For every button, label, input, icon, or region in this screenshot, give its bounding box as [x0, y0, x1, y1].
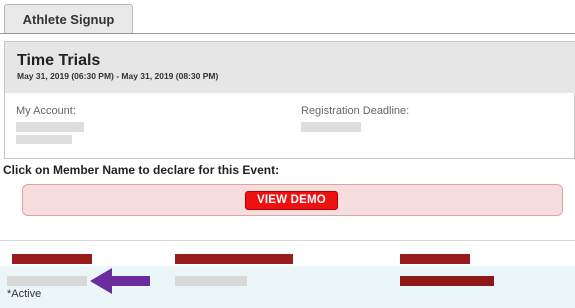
column-header-3-redacted [400, 254, 470, 264]
view-demo-button[interactable]: VIEW DEMO [245, 191, 338, 210]
event-dates: May 31, 2019 (06:30 PM) - May 31, 2019 (… [17, 71, 219, 81]
tab-athlete-signup[interactable]: Athlete Signup [4, 4, 133, 34]
member-value-3-redacted [400, 276, 494, 286]
active-note: *Active [7, 288, 42, 300]
column-header-1-redacted [12, 254, 92, 264]
my-account-label: My Account: [16, 105, 76, 117]
registration-deadline-value-redacted [301, 122, 361, 132]
tab-divider [0, 33, 575, 34]
instruction-text: Click on Member Name to declare for this… [3, 163, 280, 177]
member-name-redacted[interactable] [7, 276, 87, 286]
member-value-2-redacted [175, 276, 247, 286]
registration-deadline-label: Registration Deadline: [301, 105, 410, 117]
column-header-2-redacted [175, 254, 293, 264]
event-title: Time Trials [17, 52, 101, 69]
my-account-value-redacted-2 [16, 135, 72, 144]
member-row[interactable] [0, 266, 575, 308]
my-account-value-redacted [16, 122, 84, 132]
highlight-arrow-icon [90, 268, 150, 294]
members-divider [0, 240, 575, 241]
